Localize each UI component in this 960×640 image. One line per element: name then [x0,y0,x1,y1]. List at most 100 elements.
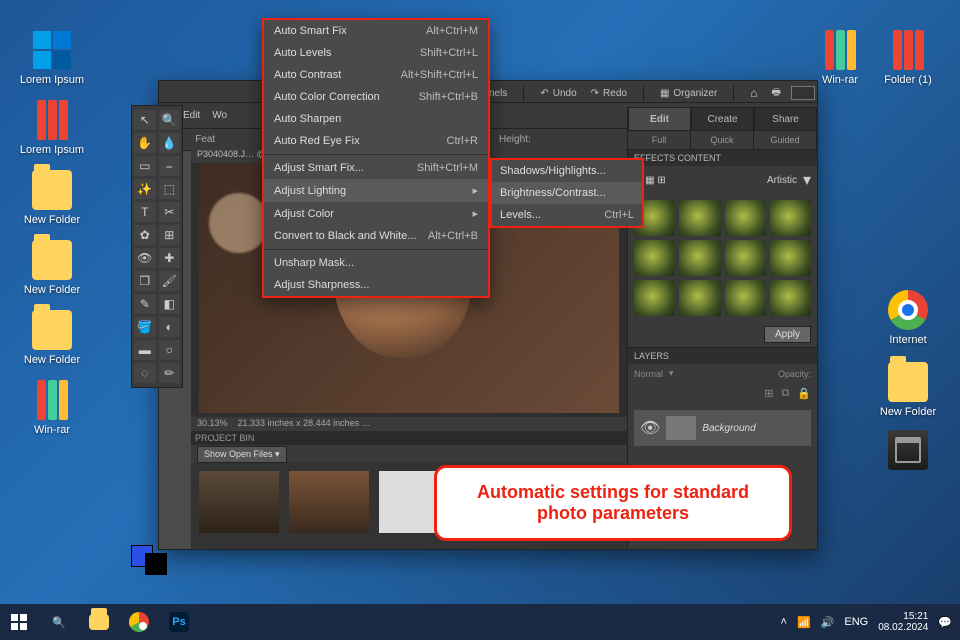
project-dropdown[interactable]: Show Open Files ▾ [197,446,287,463]
style-dropdown[interactable]: Artistic [767,175,797,186]
menu-item[interactable]: Convert to Black and White...Alt+Ctrl+B [264,225,488,247]
desktop-icon[interactable]: Folder (1) [874,30,942,86]
undo-button[interactable]: ↶ Undo [536,88,580,99]
lock-icon[interactable]: 🔒 [797,387,811,400]
layer-action-icon[interactable]: ⧉ [781,387,789,400]
menu-item[interactable]: Adjust Lighting [264,179,488,202]
tray-volume-icon[interactable]: 🔊 [821,616,835,629]
recycle-bin[interactable] [874,430,942,474]
menu-item[interactable]: Auto Smart FixAlt+Ctrl+M [264,20,488,42]
desktop-icon[interactable]: New Folder [18,170,86,226]
effect-thumb[interactable] [725,240,766,276]
menu-item[interactable]: Shadows/Highlights... [492,160,642,182]
zoom-tool[interactable]: 🔍 [159,110,181,130]
menu-item[interactable]: Adjust Color [264,202,488,225]
desktop-icon[interactable]: Lorem Ipsum [18,30,86,86]
home-icon[interactable]: ⌂ [746,86,761,100]
effect-thumb[interactable] [770,200,811,236]
effect-thumb[interactable] [725,200,766,236]
tray-lang[interactable]: ENG [844,616,868,628]
tray-chevron-icon[interactable]: ˄ [781,616,787,628]
subtab-guided[interactable]: Guided [754,131,817,149]
desktop-icon[interactable]: Internet [874,290,942,346]
effect-thumb[interactable] [634,280,675,316]
move-tool[interactable]: ↖ [134,110,156,130]
menu-item[interactable]: Edit [183,110,200,121]
tray-wifi-icon[interactable]: 📶 [797,616,811,629]
select-tool[interactable]: ⬚ [159,179,181,199]
tab-share[interactable]: Share [754,107,817,131]
redo-button[interactable]: ↷ Redo [587,88,631,99]
desktop-icon[interactable]: Win-rar [18,380,86,436]
menu-item[interactable]: Adjust Sharpness... [264,274,488,296]
menu-item[interactable]: Wo [212,110,227,121]
options-label: Feat [195,134,215,145]
desktop-icon[interactable]: Lorem Ipsum [18,100,86,156]
gradient-tool[interactable]: ◐ [159,317,181,337]
tab-create[interactable]: Create [691,107,754,131]
stepper[interactable] [791,86,815,100]
apply-button[interactable]: Apply [764,326,811,343]
tray-clock[interactable]: 15:2108.02.2024 [878,611,928,633]
subtab-quick[interactable]: Quick [691,131,754,149]
menu-item[interactable]: Auto Red Eye FixCtrl+R [264,130,488,152]
effect-thumb[interactable] [770,240,811,276]
task-explorer[interactable] [80,604,118,640]
effect-thumb[interactable] [679,200,720,236]
menu-item[interactable]: Unsharp Mask... [264,252,488,274]
print-icon[interactable]: 🖶 [768,85,785,102]
desktop-icon[interactable]: Win-rar [806,30,874,86]
blur-tool[interactable]: ◌ [134,363,156,383]
cookie-tool[interactable]: ✿ [134,225,156,245]
menu-item[interactable]: Brightness/Contrast... [492,182,642,204]
tab-edit[interactable]: Edit [628,107,691,131]
menu-item[interactable]: Auto Color CorrectionShift+Ctrl+B [264,86,488,108]
organizer-button[interactable]: ▦ Organizer [656,88,721,99]
task-chrome[interactable] [120,604,158,640]
smart-brush[interactable]: ✎ [134,294,156,314]
thumbnail[interactable] [199,471,279,533]
eraser-tool[interactable]: ◧ [159,294,181,314]
menu-item[interactable]: Auto LevelsShift+Ctrl+L [264,42,488,64]
fill-tool[interactable]: 🪣 [134,317,156,337]
menu-item[interactable]: Auto Sharpen [264,108,488,130]
layer-action-icon[interactable]: ⊞ [764,387,773,400]
effect-thumb[interactable] [634,240,675,276]
desktop-icon[interactable]: New Folder [18,310,86,366]
start-button[interactable] [0,604,38,640]
pencil-tool[interactable]: ✏ [159,363,181,383]
task-photoshop[interactable]: Ps [160,604,198,640]
shape-tool[interactable]: ▬ [134,340,156,360]
effect-thumb[interactable] [770,280,811,316]
lasso-tool[interactable]: ⎯ [159,156,181,176]
color-swatches[interactable] [131,545,167,575]
recompose-tool[interactable]: ⊞ [159,225,181,245]
wand-tool[interactable]: ✨ [134,179,156,199]
clone-tool[interactable]: ❐ [134,271,156,291]
brush-tool[interactable]: 🖌 [159,271,181,291]
marquee-tool[interactable]: ▭ [134,156,156,176]
menu-item[interactable]: Adjust Smart Fix...Shift+Ctrl+M [264,157,488,179]
hand-tool[interactable]: ✋ [134,133,156,153]
effect-thumb[interactable] [725,280,766,316]
desktop-icon[interactable]: New Folder [874,362,942,418]
sponge-tool[interactable]: ○ [159,340,181,360]
search-button[interactable]: 🔍 [40,604,78,640]
type-tool[interactable]: T [134,202,156,222]
icon-label: Lorem Ipsum [18,74,86,86]
eyedropper-tool[interactable]: 💧 [159,133,181,153]
thumbnail[interactable] [289,471,369,533]
effect-thumb[interactable] [679,240,720,276]
menu-item[interactable]: Auto ContrastAlt+Shift+Ctrl+L [264,64,488,86]
heal-tool[interactable]: ✚ [159,248,181,268]
redeye-tool[interactable]: 👁 [134,248,156,268]
desktop-icon[interactable]: New Folder [18,240,86,296]
menu-item[interactable]: Levels...Ctrl+L [492,204,642,226]
tray-notifications-icon[interactable]: 💬 [938,616,952,629]
visibility-icon[interactable]: 👁 [640,418,660,438]
crop-tool[interactable]: ✂ [159,202,181,222]
subtab-full[interactable]: Full [628,131,691,149]
layer-row[interactable]: 👁 Background [634,410,811,446]
blend-mode[interactable]: Normal [634,369,663,379]
effect-thumb[interactable] [679,280,720,316]
